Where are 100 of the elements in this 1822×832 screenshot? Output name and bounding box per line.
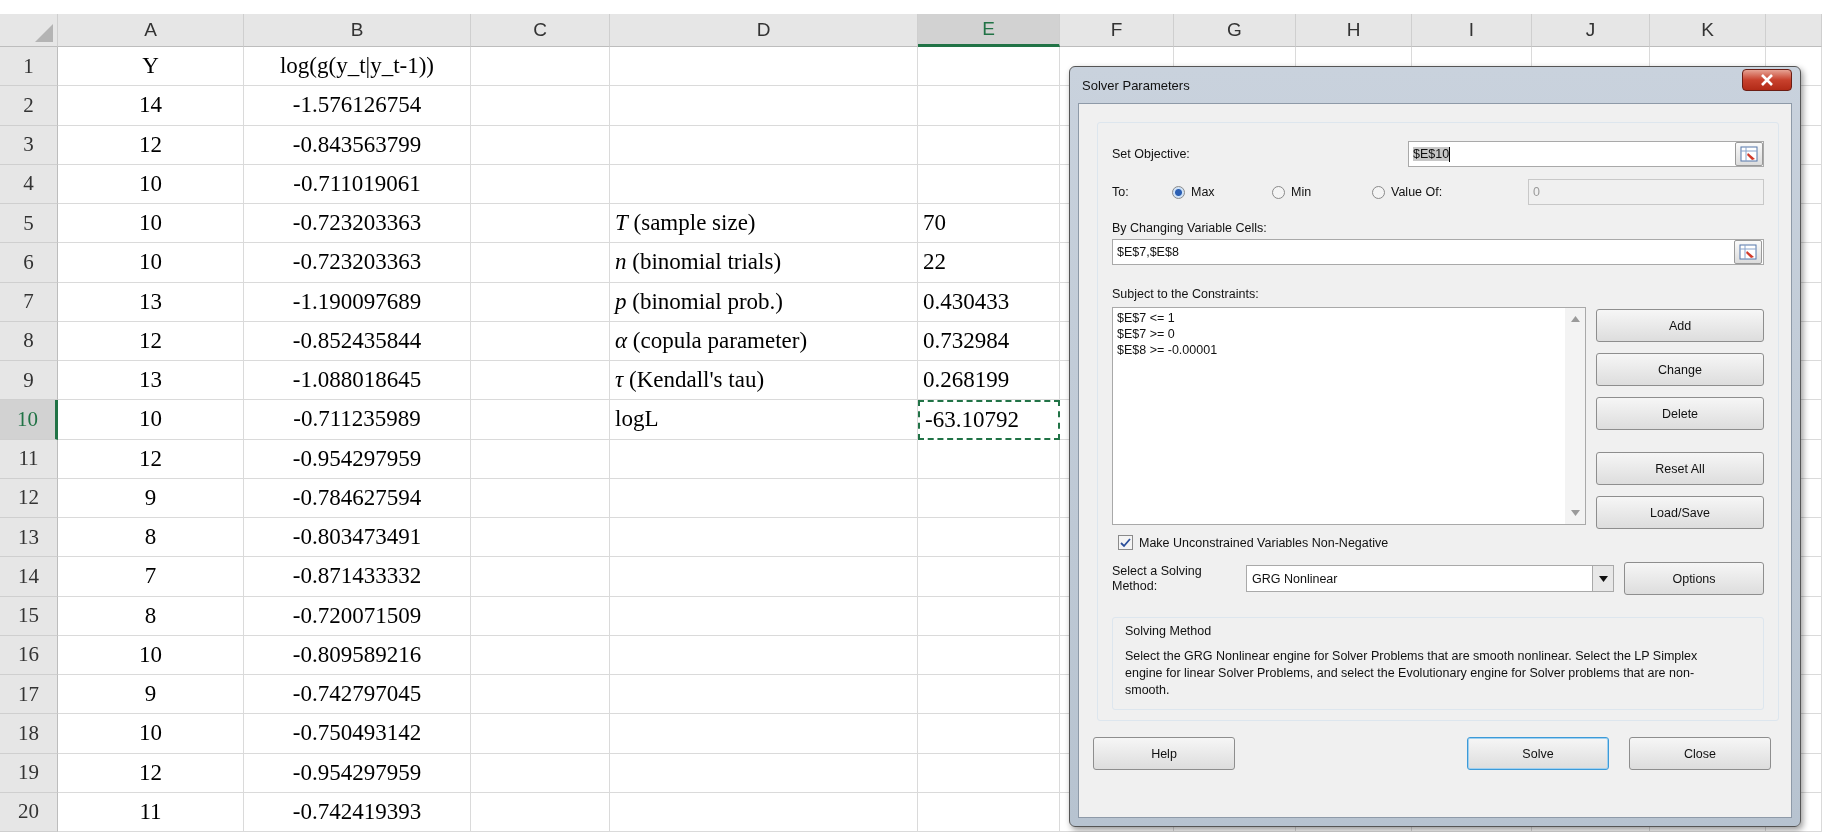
row-header[interactable]: 1 (0, 47, 58, 87)
table-cell[interactable]: 10 (58, 204, 244, 244)
table-cell[interactable]: logL (610, 400, 918, 440)
empty-cell[interactable] (471, 164, 610, 204)
empty-cell[interactable] (471, 557, 610, 597)
objective-field[interactable]: $E$10 (1408, 141, 1764, 167)
table-cell[interactable]: 7 (58, 557, 244, 597)
table-cell[interactable]: -0.723203363 (244, 243, 471, 283)
empty-cell[interactable] (471, 675, 610, 715)
empty-cell[interactable] (918, 518, 1060, 558)
radio-indicator[interactable] (1172, 185, 1185, 199)
row-header[interactable]: 7 (0, 282, 58, 322)
scroll-down-icon[interactable] (1570, 510, 1580, 516)
empty-cell[interactable] (471, 86, 610, 126)
empty-cell[interactable] (610, 518, 918, 558)
empty-cell[interactable] (471, 361, 610, 401)
checkbox[interactable] (1118, 535, 1133, 550)
column-header[interactable]: E (918, 14, 1060, 47)
table-cell[interactable]: p (binomial prob.) (610, 282, 918, 322)
list-item[interactable]: $E$7 >= 0 (1117, 326, 1561, 342)
constraints-list[interactable]: $E$7 <= 1 $E$7 >= 0 $E$8 >= -0.00001 (1112, 307, 1586, 525)
table-cell[interactable]: 13 (58, 361, 244, 401)
row-header[interactable]: 19 (0, 753, 58, 793)
row-header[interactable]: 20 (0, 792, 58, 832)
table-cell[interactable]: -0.742797045 (244, 675, 471, 715)
row-header[interactable]: 18 (0, 714, 58, 754)
empty-cell[interactable] (471, 282, 610, 322)
row-header[interactable]: 10 (0, 400, 58, 440)
table-cell[interactable]: 10 (58, 243, 244, 283)
dialog-button[interactable]: Change (1596, 353, 1764, 386)
empty-cell[interactable] (918, 675, 1060, 715)
table-cell[interactable]: 22 (918, 243, 1060, 283)
empty-cell[interactable] (918, 635, 1060, 675)
table-cell[interactable]: -0.720071509 (244, 596, 471, 636)
options-button[interactable]: Options (1624, 562, 1764, 595)
scroll-up-icon[interactable] (1570, 316, 1580, 322)
radio-button[interactable]: Min (1272, 185, 1372, 199)
empty-cell[interactable] (918, 86, 1060, 126)
row-header[interactable]: 4 (0, 164, 58, 204)
table-cell[interactable]: log(g(y_t|y_t-1)) (244, 47, 471, 87)
table-cell[interactable]: -0.852435844 (244, 321, 471, 361)
empty-cell[interactable] (471, 125, 610, 165)
table-cell[interactable]: -0.954297959 (244, 753, 471, 793)
table-cell[interactable]: 8 (58, 518, 244, 558)
table-cell[interactable]: -1.190097689 (244, 282, 471, 322)
table-cell[interactable]: 0.268199 (918, 361, 1060, 401)
table-cell[interactable]: 12 (58, 125, 244, 165)
column-header[interactable]: B (244, 14, 471, 47)
row-header[interactable]: 13 (0, 518, 58, 558)
table-cell[interactable]: 11 (58, 792, 244, 832)
table-cell[interactable]: 10 (58, 714, 244, 754)
table-cell[interactable]: 8 (58, 596, 244, 636)
row-header[interactable]: 17 (0, 675, 58, 715)
column-header[interactable]: C (471, 14, 610, 47)
variable-cells-field[interactable]: $E$7,$E$8 (1112, 239, 1764, 265)
empty-cell[interactable] (471, 518, 610, 558)
empty-cell[interactable] (610, 439, 918, 479)
empty-cell[interactable] (918, 47, 1060, 87)
column-header[interactable]: F (1060, 14, 1174, 47)
list-item[interactable]: $E$8 >= -0.00001 (1117, 342, 1561, 358)
row-header[interactable]: 9 (0, 361, 58, 401)
table-cell[interactable]: -0.711019061 (244, 164, 471, 204)
row-header[interactable]: 8 (0, 321, 58, 361)
table-cell[interactable]: -0.742419393 (244, 792, 471, 832)
column-header[interactable]: J (1532, 14, 1650, 47)
empty-cell[interactable] (471, 753, 610, 793)
row-header[interactable]: 6 (0, 243, 58, 283)
table-cell[interactable]: -0.750493142 (244, 714, 471, 754)
row-header[interactable]: 16 (0, 635, 58, 675)
table-cell[interactable]: 9 (58, 675, 244, 715)
empty-cell[interactable] (471, 243, 610, 283)
table-cell[interactable]: 10 (58, 635, 244, 675)
table-cell[interactable]: -1.088018645 (244, 361, 471, 401)
row-header[interactable]: 12 (0, 478, 58, 518)
empty-cell[interactable] (610, 125, 918, 165)
empty-cell[interactable] (918, 557, 1060, 597)
empty-cell[interactable] (918, 753, 1060, 793)
empty-cell[interactable] (471, 204, 610, 244)
radio-indicator[interactable] (1272, 185, 1285, 199)
empty-cell[interactable] (471, 400, 610, 440)
empty-cell[interactable] (610, 675, 918, 715)
empty-cell[interactable] (471, 47, 610, 87)
table-cell[interactable]: 10 (58, 400, 244, 440)
table-cell[interactable]: τ (Kendall's tau) (610, 361, 918, 401)
scrollbar[interactable] (1565, 308, 1585, 524)
table-cell[interactable]: -0.954297959 (244, 439, 471, 479)
table-cell[interactable]: 0.430433 (918, 282, 1060, 322)
table-cell[interactable]: -0.723203363 (244, 204, 471, 244)
column-header[interactable]: K (1650, 14, 1766, 47)
table-cell[interactable]: 9 (58, 478, 244, 518)
row-header[interactable]: 11 (0, 439, 58, 479)
empty-cell[interactable] (471, 596, 610, 636)
row-header[interactable]: 5 (0, 204, 58, 244)
range-picker-button[interactable] (1735, 142, 1763, 166)
empty-cell[interactable] (610, 792, 918, 832)
list-item[interactable]: $E$7 <= 1 (1117, 310, 1561, 326)
table-cell[interactable]: 13 (58, 282, 244, 322)
table-cell[interactable]: -0.871433332 (244, 557, 471, 597)
dialog-button[interactable]: Add (1596, 309, 1764, 342)
empty-cell[interactable] (610, 635, 918, 675)
